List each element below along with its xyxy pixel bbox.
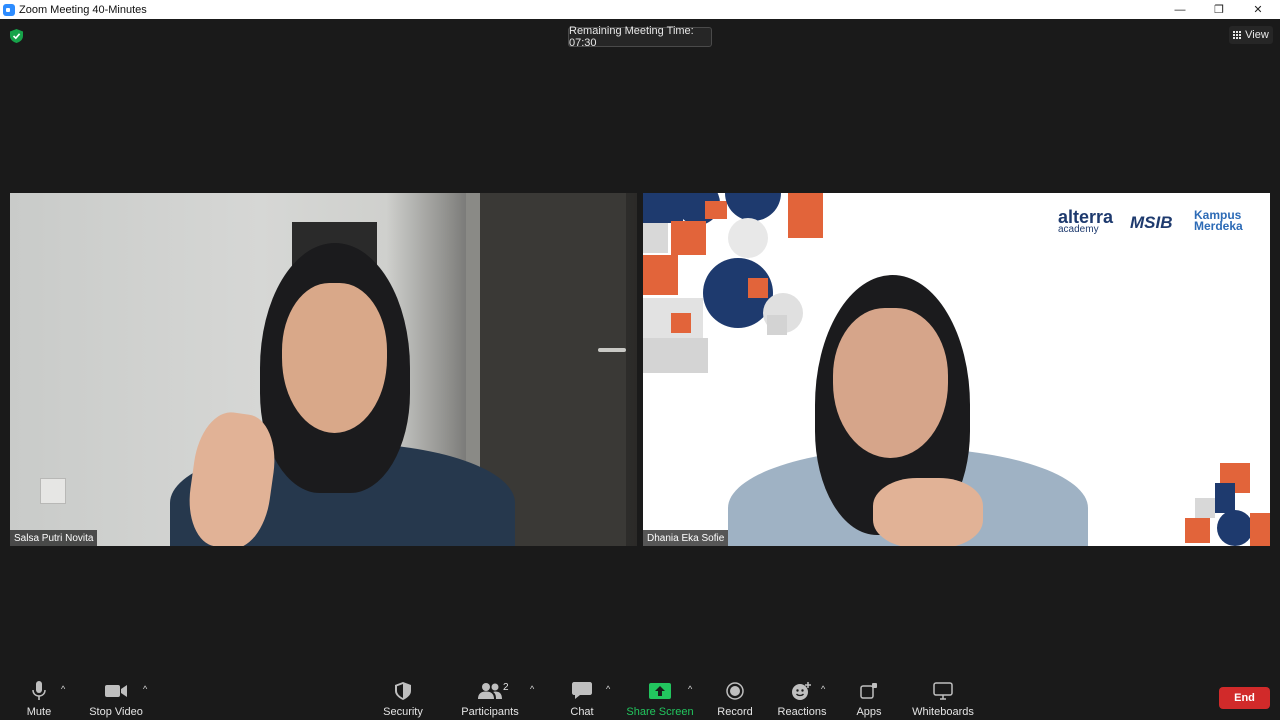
video-camera-icon: [103, 680, 129, 702]
video-options-caret[interactable]: ^: [143, 684, 147, 694]
share-screen-button[interactable]: Share Screen: [626, 676, 694, 720]
participant-name-tag: Salsa Putri Novita: [10, 530, 98, 546]
end-meeting-button[interactable]: End: [1219, 687, 1270, 709]
record-button[interactable]: Record: [716, 676, 754, 720]
close-button[interactable]: ✕: [1238, 0, 1278, 19]
chat-options-caret[interactable]: ^: [606, 684, 610, 694]
participant-face: [282, 283, 387, 433]
reactions-smiley-icon: [789, 680, 815, 702]
participants-options-caret[interactable]: ^: [530, 684, 534, 694]
view-button[interactable]: View: [1229, 26, 1273, 44]
msib-logo: MSIB: [1130, 213, 1173, 232]
apps-button[interactable]: Apps: [854, 676, 884, 720]
chat-bubble-icon: [569, 680, 595, 702]
participant-hand: [873, 478, 983, 546]
remaining-meeting-time: Remaining Meeting Time: 07:30: [568, 25, 712, 49]
microphone-icon: [26, 680, 52, 702]
participant-name-tag: Dhania Eka Sofie: [643, 530, 729, 546]
whiteboards-button[interactable]: Whiteboards: [912, 676, 974, 720]
record-icon: [722, 680, 748, 702]
grid-view-icon: [1233, 31, 1242, 39]
restore-button[interactable]: ❐: [1199, 0, 1239, 19]
encryption-shield-icon[interactable]: [10, 29, 23, 43]
meeting-controls-toolbar: Mute ^ Stop Video ^ Security Participant…: [0, 676, 1280, 720]
participants-icon: [477, 680, 503, 702]
alterra-logo: alterra academy: [1058, 207, 1114, 235]
reactions-options-caret[interactable]: ^: [821, 684, 825, 694]
share-options-caret[interactable]: ^: [688, 684, 692, 694]
geometric-corner-pattern: [1185, 463, 1270, 546]
share-screen-icon: [647, 680, 673, 702]
door-handle: [598, 348, 626, 352]
reactions-button[interactable]: Reactions: [778, 676, 826, 720]
participants-button[interactable]: Participants: [460, 676, 520, 720]
apps-icon: [856, 680, 882, 702]
kampus-merdeka-logo: Kampus Merdeka: [1194, 208, 1243, 233]
stop-video-button[interactable]: Stop Video: [88, 676, 144, 720]
security-button[interactable]: Security: [381, 676, 425, 720]
security-shield-icon: [390, 680, 416, 702]
participant-video-tile-1[interactable]: Salsa Putri Novita: [10, 193, 637, 546]
chat-button[interactable]: Chat: [567, 676, 597, 720]
participant-video-tile-2[interactable]: alterra academy MSIB Kampus Merdeka Dhan…: [643, 193, 1270, 546]
view-label: View: [1245, 29, 1269, 41]
zoom-app-icon: [3, 3, 15, 16]
whiteboard-icon: [930, 680, 956, 702]
window-title: Zoom Meeting 40-Minutes: [19, 3, 147, 16]
participants-count-badge: 2: [503, 682, 509, 693]
wall-socket: [40, 478, 66, 504]
minimize-button[interactable]: —: [1160, 0, 1200, 19]
participant-face: [833, 308, 948, 458]
mute-options-caret[interactable]: ^: [61, 684, 65, 694]
mute-button[interactable]: Mute: [20, 676, 58, 720]
window-titlebar: Zoom Meeting 40-Minutes — ❐ ✕: [0, 0, 1280, 19]
